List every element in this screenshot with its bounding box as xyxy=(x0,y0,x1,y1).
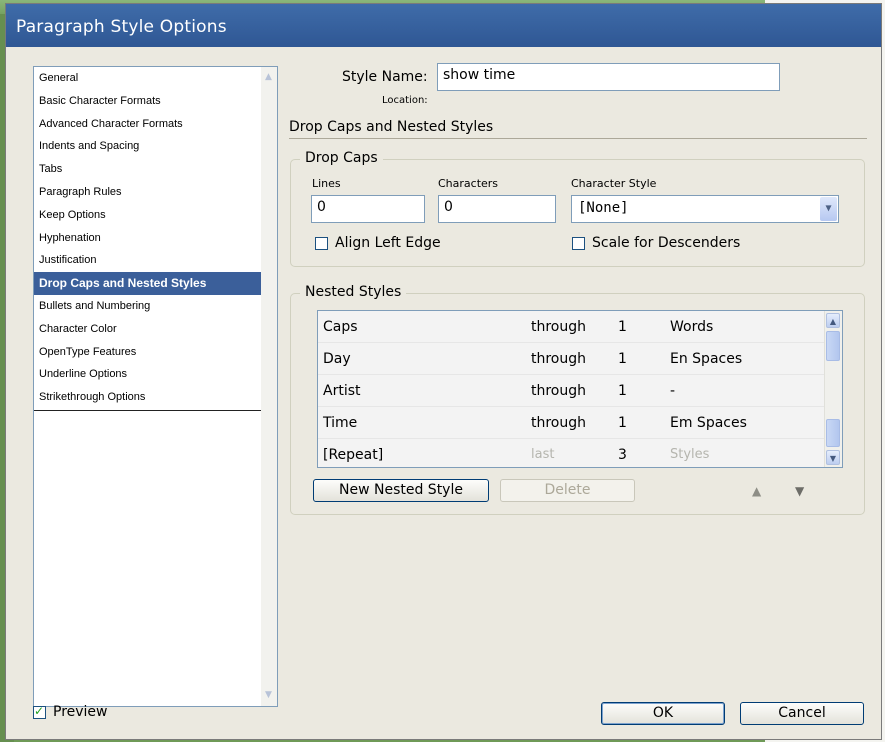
scroll-down-icon[interactable]: ▼ xyxy=(262,688,275,703)
paragraph-style-options-dialog: Paragraph Style Options General Basic Cha… xyxy=(5,3,882,740)
category-item[interactable]: Underline Options xyxy=(34,363,264,386)
new-nested-style-button[interactable]: New Nested Style xyxy=(313,479,489,502)
category-item[interactable]: Tabs xyxy=(34,158,264,181)
characters-input[interactable]: 0 xyxy=(438,195,556,223)
category-scrollbar[interactable]: ▲ ▼ xyxy=(261,67,277,706)
ok-button[interactable]: OK xyxy=(601,702,725,725)
nested-style-mode[interactable]: through xyxy=(531,383,586,399)
scale-descenders-label: Scale for Descenders xyxy=(592,235,741,251)
scroll-up-icon[interactable]: ▲ xyxy=(262,70,275,85)
category-items: General Basic Character Formats Advanced C… xyxy=(34,67,265,411)
category-item[interactable]: Indents and Spacing xyxy=(34,135,264,158)
nested-style-row[interactable]: Time through 1 Em Spaces xyxy=(318,407,842,439)
lines-label: Lines xyxy=(312,177,341,190)
nested-styles-scrollbar[interactable]: ▲ ▼ xyxy=(824,311,842,467)
nested-style-name[interactable]: Time xyxy=(323,415,357,431)
nested-style-unit[interactable]: Em Spaces xyxy=(670,415,747,431)
category-item[interactable]: Keep Options xyxy=(34,204,264,227)
nested-style-unit[interactable]: Words xyxy=(670,319,713,335)
nested-style-row[interactable]: Artist through 1 - xyxy=(318,375,842,407)
nested-style-count[interactable]: 3 xyxy=(618,447,627,463)
nested-style-mode[interactable]: through xyxy=(531,415,586,431)
nested-style-row[interactable]: Caps through 1 Words xyxy=(318,311,842,343)
nested-style-unit[interactable]: En Spaces xyxy=(670,351,742,367)
scroll-down-icon[interactable]: ▼ xyxy=(826,450,840,465)
characters-label: Characters xyxy=(438,177,499,190)
nested-style-unit[interactable]: Styles xyxy=(670,447,709,462)
nested-style-name[interactable]: [Repeat] xyxy=(323,447,383,463)
nested-style-mode[interactable]: through xyxy=(531,319,586,335)
category-item[interactable]: Strikethrough Options xyxy=(34,386,264,409)
nested-style-rows: Caps through 1 Words Day through 1 En Spaces Art… xyxy=(318,311,842,467)
nested-style-count[interactable]: 1 xyxy=(618,351,627,367)
nested-style-name[interactable]: Artist xyxy=(323,383,361,399)
scroll-up-icon[interactable]: ▲ xyxy=(826,313,840,328)
nested-style-count[interactable]: 1 xyxy=(618,319,627,335)
title-bar[interactable]: Paragraph Style Options xyxy=(6,4,881,47)
category-item[interactable]: Hyphenation xyxy=(34,227,264,250)
nested-styles-title: Nested Styles xyxy=(300,284,407,300)
align-left-edge-checkbox[interactable] xyxy=(315,237,328,250)
nested-style-count[interactable]: 1 xyxy=(618,383,627,399)
nested-style-mode[interactable]: through xyxy=(531,351,586,367)
category-item[interactable]: Bullets and Numbering xyxy=(34,295,264,318)
location-label: Location: xyxy=(382,95,428,106)
dialog-title: Paragraph Style Options xyxy=(16,17,227,37)
preview-label: Preview xyxy=(53,704,108,720)
category-item[interactable]: General xyxy=(34,67,264,90)
character-style-label: Character Style xyxy=(571,177,657,190)
lines-input[interactable]: 0 xyxy=(311,195,425,223)
delete-button[interactable]: Delete xyxy=(500,479,635,502)
nested-style-mode[interactable]: last xyxy=(531,447,554,462)
section-title: Drop Caps and Nested Styles xyxy=(289,119,494,135)
category-item[interactable]: Character Color xyxy=(34,318,264,341)
section-divider xyxy=(289,138,867,139)
style-name-input[interactable]: show time xyxy=(437,63,780,91)
character-style-value: [None] xyxy=(578,200,629,216)
category-item[interactable]: Advanced Character Formats xyxy=(34,113,264,136)
align-left-edge-label: Align Left Edge xyxy=(335,235,441,251)
nested-style-row[interactable]: [Repeat] last 3 Styles xyxy=(318,439,842,467)
nested-style-name[interactable]: Day xyxy=(323,351,351,367)
category-item[interactable]: Drop Caps and Nested Styles xyxy=(34,272,264,295)
nested-style-count[interactable]: 1 xyxy=(618,415,627,431)
preview-checkbox[interactable] xyxy=(33,704,46,719)
nested-style-name[interactable]: Caps xyxy=(323,319,358,335)
move-down-icon[interactable]: ▼ xyxy=(795,484,804,498)
scale-descenders-checkbox[interactable] xyxy=(572,237,585,250)
nested-styles-list[interactable]: Caps through 1 Words Day through 1 En Spaces Art… xyxy=(317,310,843,468)
category-item[interactable]: Paragraph Rules xyxy=(34,181,264,204)
character-style-select[interactable]: [None] ▼ xyxy=(571,195,839,223)
scroll-thumb[interactable] xyxy=(826,331,840,361)
cancel-button[interactable]: Cancel xyxy=(740,702,864,725)
move-up-icon[interactable]: ▲ xyxy=(752,484,761,498)
category-item[interactable]: Justification xyxy=(34,249,264,272)
chevron-down-icon[interactable]: ▼ xyxy=(820,197,837,221)
drop-caps-title: Drop Caps xyxy=(300,150,383,166)
category-item[interactable]: OpenType Features xyxy=(34,341,264,364)
nested-style-unit[interactable]: - xyxy=(670,383,675,399)
nested-style-row[interactable]: Day through 1 En Spaces xyxy=(318,343,842,375)
scroll-thumb-lower[interactable] xyxy=(826,419,840,447)
category-list[interactable]: General Basic Character Formats Advanced C… xyxy=(33,66,278,707)
style-name-label: Style Name: xyxy=(342,69,428,85)
category-item[interactable]: Basic Character Formats xyxy=(34,90,264,113)
